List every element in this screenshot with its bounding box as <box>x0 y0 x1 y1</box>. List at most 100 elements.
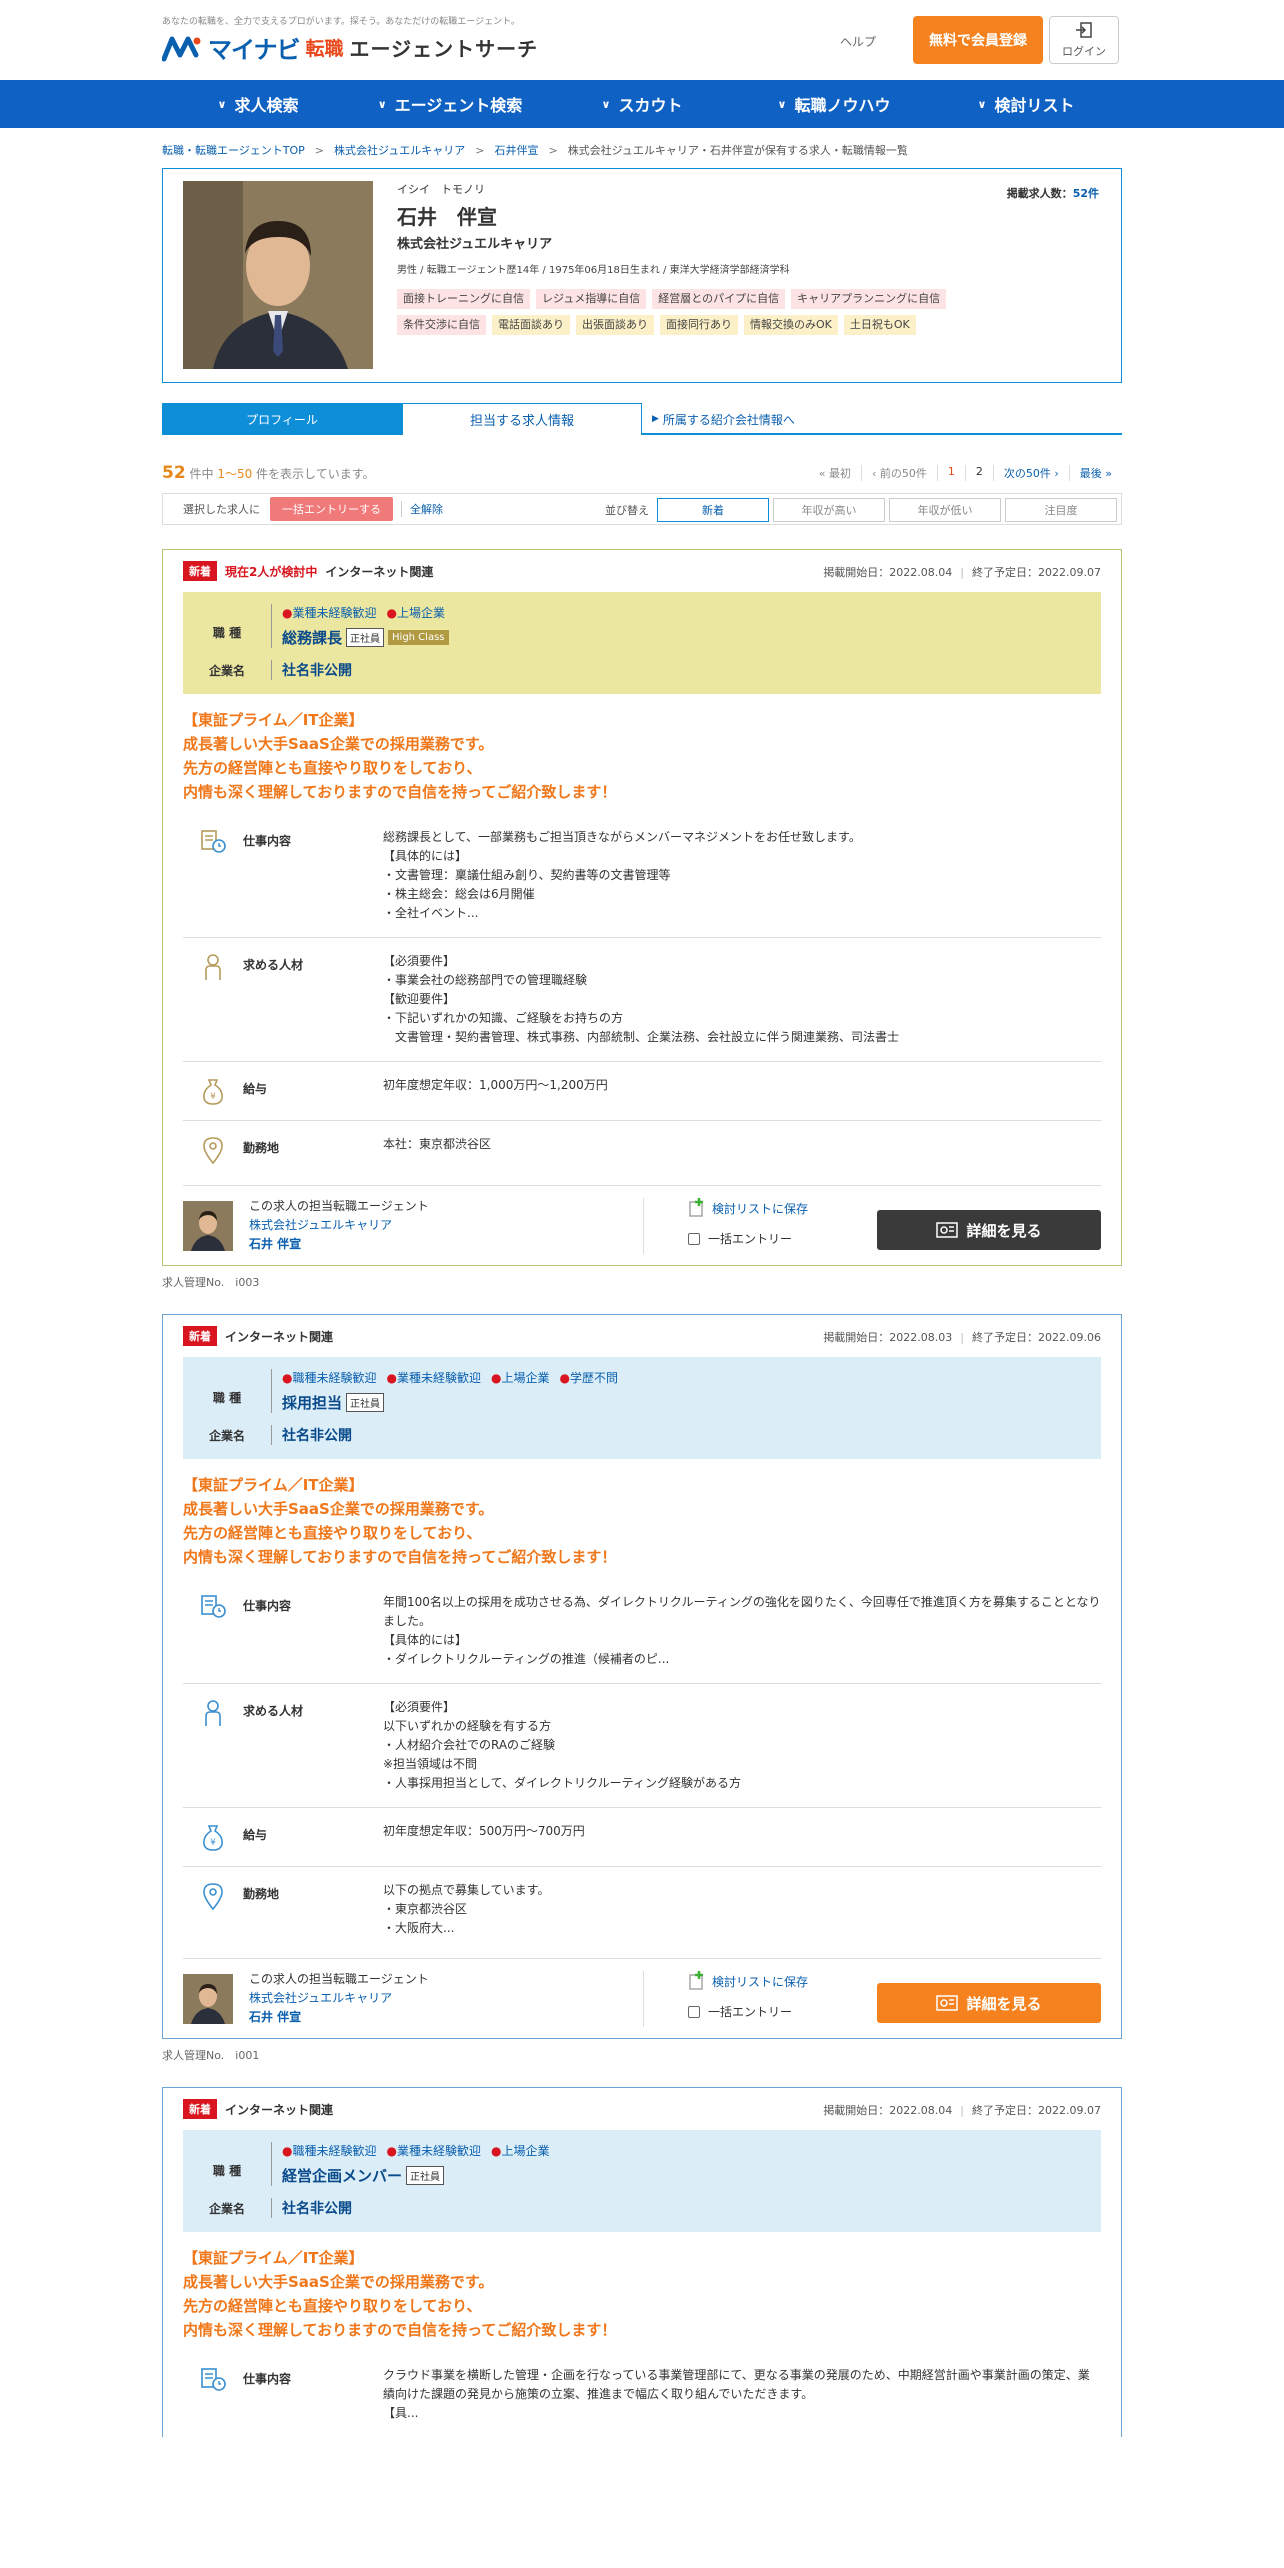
job-card: 新着 現在2人が検討中 インターネット関連 掲載開始日：2022.08.04 | 終… <box>162 549 1122 1266</box>
pager: « 最初 ‹ 前の50件 1 2 次の50件 › 最後 » <box>809 465 1122 481</box>
job-title[interactable]: 総務課長 正社員 High Class <box>282 627 449 648</box>
pager-page-2[interactable]: 2 <box>964 465 993 481</box>
feature-item: ●職種未経験歓迎 <box>282 1371 377 1385</box>
person-icon <box>205 954 221 980</box>
pager-page-1[interactable]: 1 <box>936 465 965 481</box>
job-meta: 職 種 ●職種未経験歓迎 ●業種未経験歓迎 ●上場企業 経営企画メンバー 正社員… <box>183 2130 1101 2232</box>
feature-item: ●上場企業 <box>491 2144 550 2158</box>
tag-strength: キャリアプランニングに自信 <box>791 289 947 309</box>
detail-icon <box>936 1995 959 2011</box>
company-label: 企業名 <box>208 1428 245 1443</box>
save-to-list-button[interactable]: 検討リストに保存 <box>688 1198 808 1218</box>
section-location: 勤務地 以下の拠点で募集しています。 ・東京都渋谷区 ・大阪府大... <box>183 1867 1101 1952</box>
job-meta: 職 種 ●業種未経験歓迎 ●上場企業 総務課長 正社員 High Class 企… <box>183 592 1101 694</box>
checkbox[interactable] <box>688 2005 700 2018</box>
detail-icon <box>936 1222 959 1238</box>
sort-salary-high[interactable]: 年収が高い <box>773 498 885 522</box>
logo-tenshoku: 転職 <box>305 38 344 60</box>
job-title[interactable]: 経営企画メンバー 正社員 <box>282 2165 550 2186</box>
site-logo[interactable]: マイナビ 転職 エージェントサーチ <box>162 30 538 65</box>
tag-service: 出張面談あり <box>576 315 654 335</box>
tab-profile[interactable]: プロフィール <box>162 403 402 435</box>
feature-item: ●学歴不問 <box>559 1371 619 1385</box>
help-link[interactable]: ヘルプ <box>840 33 876 50</box>
chevron-down-icon: ∨ <box>777 97 787 111</box>
agent-thumb-icon <box>183 1200 233 1251</box>
company-name: 社名非公開 <box>282 1428 352 1444</box>
pager-first[interactable]: « 最初 <box>809 465 861 481</box>
agent-name-kana: イシイ トモノリ <box>397 183 485 196</box>
breadcrumb-top[interactable]: 転職・転職エージェントTOP <box>162 144 305 157</box>
agent-company: 株式会社ジュエルキャリア <box>397 237 553 252</box>
view-detail-button[interactable]: 詳細を見る <box>877 1210 1101 1250</box>
job-meta: 職 種 ●職種未経験歓迎 ●業種未経験歓迎 ●上場企業 ●学歴不問 採用担当 正… <box>183 1357 1101 1459</box>
sort-controls: 並び替え 新着 年収が高い 年収が低い 注目度 <box>605 498 1117 522</box>
login-button[interactable]: ログイン <box>1049 16 1119 64</box>
document-icon <box>201 2368 226 2391</box>
money-bag-icon: ¥ <box>203 1825 223 1851</box>
agent-name-link[interactable]: 石井 伴宣 <box>249 2008 429 2027</box>
sort-salary-low[interactable]: 年収が低い <box>889 498 1001 522</box>
agent-caption: この求人の担当転職エージェント <box>249 1972 429 1986</box>
pager-last[interactable]: 最後 » <box>1068 465 1122 481</box>
login-label: ログイン <box>1062 45 1106 58</box>
profile-tabs: プロフィール 担当する求人情報 ▶ 所属する紹介会社情報へ <box>162 403 1122 435</box>
svg-text:¥: ¥ <box>210 1092 216 1102</box>
sort-newest[interactable]: 新着 <box>657 498 769 522</box>
new-badge: 新着 <box>183 1326 217 1346</box>
bulk-entry-button[interactable]: 一括エントリーする <box>270 497 393 521</box>
view-detail-button[interactable]: 詳細を見る <box>877 1983 1101 2023</box>
document-icon <box>201 1595 226 1618</box>
sort-label: 並び替え <box>605 504 649 517</box>
tag-service: 土日祝もOK <box>843 315 916 335</box>
select-label: 選択した求人に <box>183 503 260 516</box>
breadcrumb-agent[interactable]: 石井伴宣 <box>494 144 538 157</box>
nav-job-search[interactable]: ∨ 求人検索 <box>162 80 354 128</box>
feature-item: ●上場企業 <box>386 606 446 620</box>
plus-document-icon <box>689 1198 703 1217</box>
triangle-right-icon: ▶ <box>652 414 659 424</box>
tag-service: 電話面談あり <box>492 315 570 335</box>
agent-thumbnail <box>183 1973 233 2024</box>
tag-strength: 経営層とのパイプに自信 <box>652 289 786 309</box>
breadcrumb-company[interactable]: 株式会社ジュエルキャリア <box>334 144 465 157</box>
job-title[interactable]: 採用担当 正社員 <box>282 1392 618 1413</box>
sort-attention[interactable]: 注目度 <box>1005 498 1117 522</box>
chevron-down-icon: ∨ <box>601 97 611 111</box>
agent-company-link[interactable]: 株式会社ジュエルキャリア <box>249 1989 429 2008</box>
money-bag-icon: ¥ <box>203 1079 223 1105</box>
nav-scout[interactable]: ∨ スカウト <box>546 80 738 128</box>
breadcrumb-current: 株式会社ジュエルキャリア・石井伴宣が保有する求人・転職情報一覧 <box>567 144 908 157</box>
agent-company-link[interactable]: 株式会社ジュエルキャリア <box>249 1216 429 1235</box>
nav-agent-search[interactable]: ∨ エージェント検索 <box>354 80 546 128</box>
job-catch: 【東証プライム／IT企業】 成長著しい大手SaaS企業での採用業務です。 先方の… <box>183 1476 617 1566</box>
pager-next[interactable]: 次の50件 › <box>992 465 1069 481</box>
site-header: あなたの転職を、全力で支えるプロがいます。探そう。あなただけの転職エージェント。… <box>162 0 1122 80</box>
chevron-down-icon: ∨ <box>977 97 987 111</box>
agent-name-link[interactable]: 石井 伴宣 <box>249 1235 429 1254</box>
tab-jobs[interactable]: 担当する求人情報 <box>402 403 642 435</box>
bulk-entry-checkbox[interactable]: 一括エントリー <box>688 2003 808 2020</box>
select-bar: 選択した求人に 一括エントリーする 全解除 並び替え 新着 年収が高い 年収が低… <box>162 493 1122 525</box>
tag-service: 情報交換のみOK <box>744 315 838 335</box>
clear-all-link[interactable]: 全解除 <box>401 501 443 517</box>
job-type-label: 職 種 <box>212 2164 242 2178</box>
tag-strength: レジュメ指導に自信 <box>536 289 647 309</box>
bulk-entry-checkbox[interactable]: 一括エントリー <box>688 1230 808 1247</box>
save-to-list-button[interactable]: 検討リストに保存 <box>688 1971 808 1991</box>
feature-list: ●職種未経験歓迎 ●業種未経験歓迎 ●上場企業 ●学歴不問 <box>282 1369 618 1386</box>
tag-service: 面接同行あり <box>660 315 738 335</box>
nav-consider-list[interactable]: ∨ 検討リスト <box>930 80 1122 128</box>
agent-caption: この求人の担当転職エージェント <box>249 1199 429 1213</box>
tab-company-link[interactable]: ▶ 所属する紹介会社情報へ <box>642 403 882 435</box>
register-button[interactable]: 無料で会員登録 <box>913 16 1043 64</box>
section-salary: ¥ 給与 初年度想定年収：1,000万円〜1,200万円 <box>183 1062 1101 1121</box>
job-type-label: 職 種 <box>212 626 242 640</box>
result-bar: 52 件中 1〜50 件を表示しています。 « 最初 ‹ 前の50件 1 2 次… <box>162 463 1122 485</box>
pager-prev[interactable]: ‹ 前の50件 <box>860 465 937 481</box>
feature-list: ●職種未経験歓迎 ●業種未経験歓迎 ●上場企業 <box>282 2142 550 2159</box>
job-card: 新着 インターネット関連 掲載開始日：2022.08.04 | 終了予定日：2022… <box>162 2087 1122 2437</box>
nav-knowhow[interactable]: ∨ 転職ノウハウ <box>738 80 930 128</box>
checkbox[interactable] <box>688 1232 700 1245</box>
feature-item: ●業種未経験歓迎 <box>386 1371 482 1385</box>
